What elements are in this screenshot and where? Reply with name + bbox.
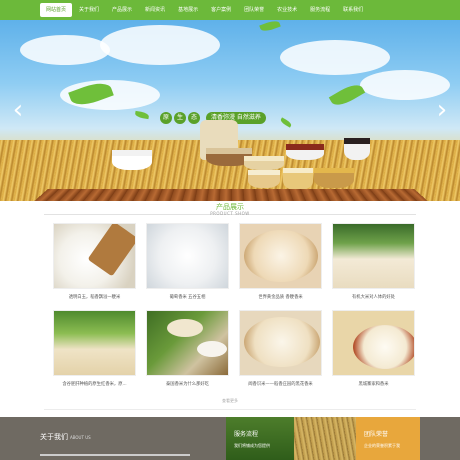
red-rice-bowl-image bbox=[286, 144, 324, 160]
black-rice-bowl-image bbox=[344, 138, 370, 160]
nav-item-honors[interactable]: 团队荣誉 bbox=[238, 3, 270, 17]
about-title-text: 关于我们 bbox=[40, 433, 68, 441]
cloud-decoration bbox=[280, 40, 390, 75]
view-more-link[interactable]: 查看更多 bbox=[0, 398, 460, 404]
product-image bbox=[53, 310, 136, 376]
product-caption: 泰国香米为什么那好吃 bbox=[166, 382, 209, 387]
about-subtitle: ABOUT US bbox=[70, 435, 91, 440]
wooden-table bbox=[31, 189, 431, 201]
honor-panel[interactable]: 团队荣誉 企业的荣誉积累于我 bbox=[356, 417, 420, 460]
rice-bowl-image bbox=[353, 325, 414, 369]
nav-item-base[interactable]: 基地展示 bbox=[172, 3, 204, 17]
rice-bowl-image bbox=[112, 150, 152, 170]
nav-item-products[interactable]: 产品展示 bbox=[106, 3, 138, 17]
page: 网站首页 关于我们 产品展示 新闻资讯 基地展示 客户案例 团队荣誉 农业技术 … bbox=[0, 0, 460, 460]
top-nav: 网站首页 关于我们 产品展示 新闻资讯 基地展示 客户案例 团队荣誉 农业技术 … bbox=[0, 0, 460, 20]
about-text-placeholder bbox=[40, 454, 190, 456]
rice-dish-image bbox=[244, 156, 284, 170]
cloud-decoration bbox=[100, 25, 220, 65]
product-image bbox=[332, 223, 415, 289]
product-card[interactable]: 透明白玉，稻香飘溢一粳米 bbox=[53, 223, 136, 300]
slogan-char: 态 bbox=[188, 112, 200, 124]
section-divider bbox=[44, 409, 416, 410]
product-caption: 有机大米对人体的好处 bbox=[352, 295, 395, 300]
nav-item-news[interactable]: 新闻资讯 bbox=[139, 3, 171, 17]
panel-title: 服务流程 bbox=[234, 431, 259, 438]
rice-bowl-image bbox=[197, 341, 227, 357]
wooden-scoop-image bbox=[87, 224, 135, 277]
product-image bbox=[146, 310, 229, 376]
hero-banner[interactable]: 原 生 态 清香弥漫 自然滋养 ‹ › bbox=[0, 20, 460, 201]
about-title[interactable]: 关于我们 ABOUT US bbox=[40, 432, 91, 442]
leaf-decoration bbox=[279, 117, 293, 128]
product-caption: 含谷胚肝种植的原生红香米，原... bbox=[62, 382, 127, 387]
nav-item-cases[interactable]: 客户案例 bbox=[205, 3, 237, 17]
product-image bbox=[53, 223, 136, 289]
chevron-right-icon[interactable]: › bbox=[432, 90, 452, 130]
product-image bbox=[239, 310, 322, 376]
section-subtitle: PRODUCT SHOW bbox=[210, 211, 250, 216]
leaf-decoration bbox=[259, 20, 281, 34]
product-card[interactable]: 有机大米对人体的好处 bbox=[332, 223, 415, 300]
nav-item-contact[interactable]: 联系我们 bbox=[337, 3, 369, 17]
rice-plate-image bbox=[244, 317, 320, 367]
product-image bbox=[332, 310, 415, 376]
wheat-panel-image bbox=[294, 417, 356, 460]
slogan-char: 生 bbox=[174, 112, 186, 124]
nav-item-about[interactable]: 关于我们 bbox=[73, 3, 105, 17]
product-image bbox=[239, 223, 322, 289]
rice-plate-image bbox=[244, 230, 318, 282]
panel-text: 企业的荣誉积累于我 bbox=[364, 443, 400, 448]
product-card[interactable]: 葡萄香米 五谷五相 bbox=[146, 223, 229, 300]
product-image bbox=[146, 223, 229, 289]
leaf-decoration bbox=[328, 80, 366, 110]
millet-bowl-image bbox=[314, 168, 354, 188]
service-panel[interactable]: 服务流程 我们将铺成为您提供 bbox=[226, 417, 294, 460]
nav-item-home[interactable]: 网站首页 bbox=[40, 3, 73, 17]
leaf-decoration bbox=[134, 110, 150, 120]
product-card[interactable]: 泰国香米为什么那好吃 bbox=[146, 310, 229, 387]
product-caption: 葡萄香米 五谷五相 bbox=[169, 295, 206, 300]
basket-image bbox=[248, 170, 280, 188]
product-caption: 透明白玉，稻香飘溢一粳米 bbox=[68, 295, 121, 300]
basket-image bbox=[283, 168, 313, 190]
product-card[interactable]: 黑城寨家和香米 bbox=[332, 310, 415, 387]
product-card[interactable]: 含谷胚肝种植的原生红香米，原... bbox=[53, 310, 136, 387]
chevron-left-icon[interactable]: ‹ bbox=[8, 90, 28, 130]
product-card[interactable]: 世界黄金品质 香粳香米 bbox=[239, 223, 322, 300]
slogan-char: 原 bbox=[160, 112, 172, 124]
product-caption: 世界黄金品质 香粳香米 bbox=[258, 295, 303, 300]
rice-bowl-image bbox=[167, 319, 203, 337]
panel-title: 团队荣誉 bbox=[364, 431, 389, 438]
product-card[interactable]: 闻香识米——稻香庄园的黑花香米 bbox=[239, 310, 322, 387]
nav-item-service[interactable]: 服务流程 bbox=[304, 3, 336, 17]
nav-item-tech[interactable]: 农业技术 bbox=[271, 3, 303, 17]
product-caption: 黑城寨家和香米 bbox=[358, 382, 389, 387]
panel-text: 我们将铺成为您提供 bbox=[234, 443, 270, 448]
cloud-decoration bbox=[20, 35, 110, 65]
product-caption: 闻香识米——稻香庄园的黑花香米 bbox=[248, 382, 313, 387]
